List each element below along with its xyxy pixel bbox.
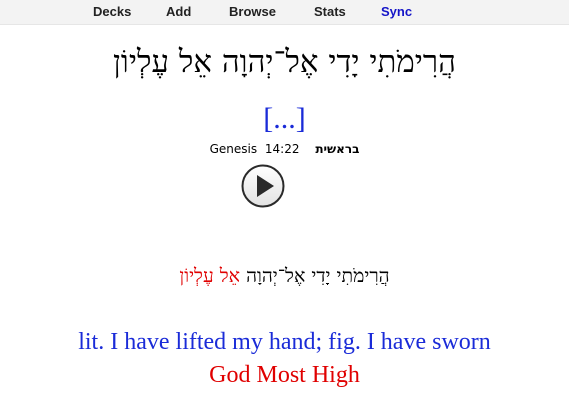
answer-hebrew-context: הֲרִימֹתִי יָדִי אֶל־יְהוָה <box>246 265 390 287</box>
reference-book-he: בראשית <box>315 142 360 156</box>
play-icon <box>241 164 285 208</box>
verse-reference: Genesis 14:22 בראשית <box>0 141 569 157</box>
cloze-placeholder: [...] <box>263 102 306 135</box>
nav-browse[interactable]: Browse <box>229 4 276 19</box>
translation-gloss: lit. I have lifted my hand; fig. I have … <box>78 329 491 355</box>
nav-add[interactable]: Add <box>166 4 191 19</box>
translation-answer: God Most High <box>209 362 360 388</box>
reference-book-en: Genesis <box>209 142 258 156</box>
nav-sync[interactable]: Sync <box>381 4 412 19</box>
reference-chapter-verse: 14:22 <box>264 142 300 156</box>
hebrew-answer: הֲרִימֹתִי יָדִי אֶל־יְהוָה אֵל עֶלְיוֹן <box>0 263 569 289</box>
play-audio-button[interactable] <box>241 164 285 208</box>
top-toolbar: Decks Add Browse Stats Sync <box>0 0 569 25</box>
main-nav: Decks Add Browse Stats Sync <box>0 4 569 22</box>
hebrew-phrase: הֲרִימֹתִי יָדִי אֶל־יְהוָה אֵל עֶלְיוֹן <box>113 44 456 80</box>
nav-stats[interactable]: Stats <box>314 4 346 19</box>
nav-decks[interactable]: Decks <box>93 4 131 19</box>
answer-hebrew-highlight: אֵל עֶלְיוֹן <box>179 265 241 287</box>
